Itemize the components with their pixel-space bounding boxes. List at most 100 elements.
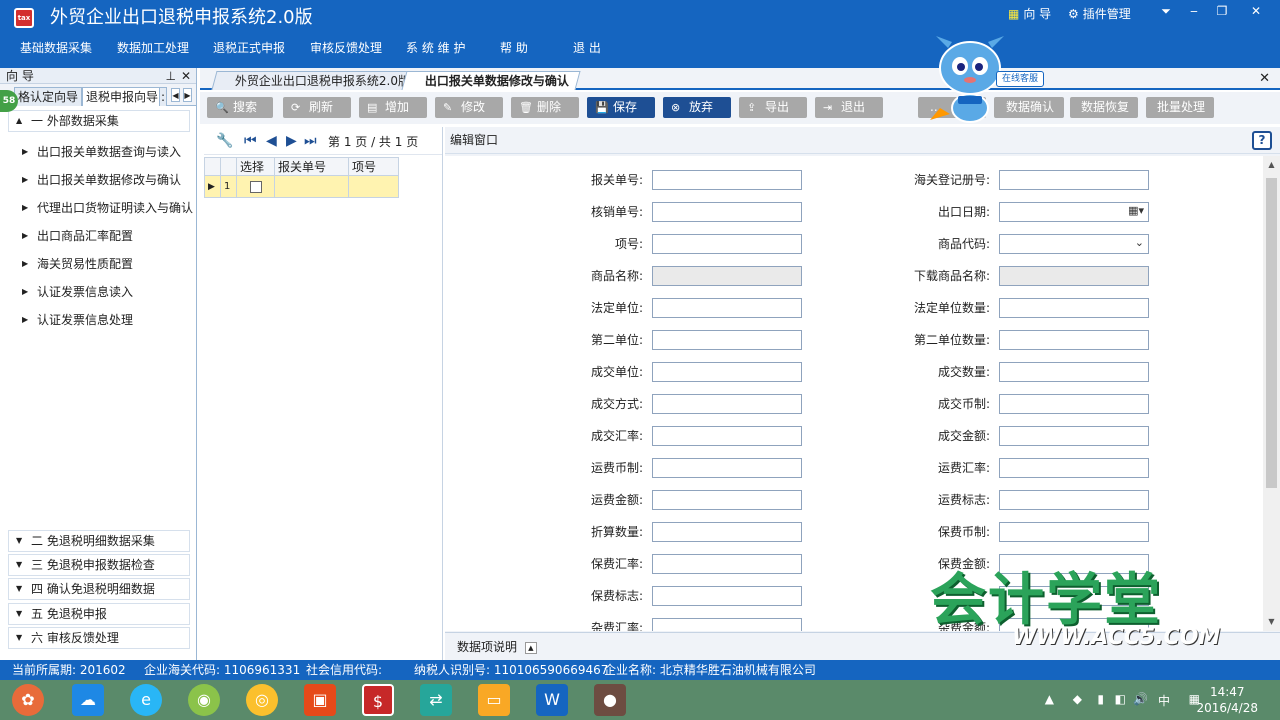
left-field-input[interactable] [652,586,802,606]
help-icon[interactable]: ? [1252,131,1272,150]
nav-item-trade-nature[interactable]: ▶ 海关贸易性质配置 [22,256,133,272]
discard-button[interactable]: ⊗ 放弃 [663,97,731,118]
word-icon[interactable]: W [536,684,568,716]
section-declaration[interactable]: ▼ 五 免退税申报 [8,603,190,625]
customer-service-mascot[interactable]: 在线客服 [930,28,1044,124]
item-no-cell[interactable] [348,175,399,198]
right-field-input[interactable]: ⌄ [999,234,1149,254]
next-page-icon[interactable]: ▶ [286,133,297,149]
plugin-manager-button[interactable]: ⚙ 插件管理 [1068,5,1131,22]
data-item-description-bar[interactable]: 数据项说明 ▲ [445,632,1280,660]
close-icon[interactable]: ✕ [181,68,191,84]
row-select-cell[interactable] [236,175,275,198]
pin-icon[interactable]: ⊥ [166,68,176,84]
menu-help[interactable]: 帮 助 [500,39,528,56]
cloud-icon[interactable]: ☁ [72,684,104,716]
column-header-item-no[interactable]: 项号 [348,157,399,176]
restore-button[interactable]: ❐ [1212,3,1232,19]
data-restore-button[interactable]: 数据恢复 [1070,97,1138,118]
left-field-input[interactable] [652,202,802,222]
tab-more[interactable]: : [159,87,168,106]
declaration-no-cell[interactable] [274,175,349,198]
left-field-input[interactable] [652,170,802,190]
right-field-input[interactable] [999,458,1149,478]
collapse-up-icon[interactable]: ▲ [524,641,537,654]
vertical-scrollbar[interactable]: ▲ ▼ [1263,156,1280,631]
online-service-label[interactable]: 在线客服 [996,71,1044,87]
right-field-input[interactable]: ▦▾ [999,202,1149,222]
left-field-input[interactable] [652,362,802,382]
nav-item-invoice-process[interactable]: ▶ 认证发票信息处理 [22,312,133,328]
network-app-icon[interactable]: ⇄ [420,684,452,716]
section-external-data[interactable]: ▲ 一 外部数据采集 [8,110,190,132]
left-field-input[interactable] [652,426,802,446]
left-field-input[interactable] [652,554,802,574]
export-button[interactable]: ⇪ 导出 [739,97,807,118]
left-field-input[interactable] [652,458,802,478]
modify-button[interactable]: ✎ 修改 [435,97,503,118]
left-field-input[interactable] [652,330,802,350]
clock[interactable]: 14:47 2016/4/28 [1196,684,1258,716]
tab-scroll-right-icon[interactable]: ▶ [183,88,192,102]
left-field-input[interactable] [652,394,802,414]
close-tab-icon[interactable]: ✕ [1259,71,1270,86]
right-field-input[interactable] [999,554,1149,574]
notification-badge[interactable]: 58 [0,90,18,112]
right-field-input[interactable] [999,394,1149,414]
start-icon[interactable]: ✿ [12,684,44,716]
close-button[interactable]: ✕ [1246,3,1266,19]
left-field-input[interactable] [652,298,802,318]
left-field-input[interactable] [652,490,802,510]
tax-app-icon[interactable]: $ [362,684,394,716]
menu-exit[interactable]: 退 出 [573,39,601,56]
nav-item-query-import[interactable]: ▶ 出口报关单数据查询与读入 [22,144,181,160]
network-icon[interactable]: ▮ [1097,692,1104,706]
section-detail-collection[interactable]: ▼ 二 免退税明细数据采集 [8,530,190,552]
nav-item-invoice-import[interactable]: ▶ 认证发票信息读入 [22,284,133,300]
minimize-button[interactable]: ‒ [1184,3,1204,19]
table-row[interactable]: ▶ 1 [204,175,399,198]
nav-item-agency-proof[interactable]: ▶ 代理出口货物证明读入与确认 [22,200,193,216]
select-checkbox[interactable] [249,181,262,193]
section-review-feedback[interactable]: ▼ 六 审核反馈处理 [8,627,190,649]
section-declaration-check[interactable]: ▼ 三 免退税申报数据检查 [8,554,190,576]
right-field-input[interactable] [999,490,1149,510]
column-header-select[interactable]: 选择 [236,157,275,176]
menu-basic-data[interactable]: 基础数据采集 [20,39,92,56]
right-field-input[interactable] [999,586,1149,606]
last-page-icon[interactable]: ⏭ [304,133,317,149]
right-field-input[interactable] [999,362,1149,382]
right-field-input[interactable] [999,298,1149,318]
recorder-icon[interactable]: ● [594,684,626,716]
volume-icon[interactable]: 🔊 [1133,692,1148,706]
tab-scroll-left-icon[interactable]: ◀ [171,88,180,102]
presentation-icon[interactable]: ▣ [304,684,336,716]
tab-qualification-guide[interactable]: 格认定向导 [14,87,83,106]
device-icon[interactable]: ◧ [1115,692,1126,706]
tray-app-icon[interactable]: ◆ [1073,692,1082,706]
delete-button[interactable]: 🗑 删除 [511,97,579,118]
menu-system[interactable]: 系 统 维 护 [406,39,465,56]
menu-data-processing[interactable]: 数据加工处理 [117,39,189,56]
right-field-input[interactable] [999,170,1149,190]
search-button[interactable]: 🔍 搜索 [207,97,273,118]
tab-home[interactable]: 外贸企业出口退税申报系统2.0版 [211,71,422,90]
prev-page-icon[interactable]: ◀ [266,133,277,149]
tab-declaration-modify[interactable]: 出口报关单数据修改与确认 [401,71,581,90]
menu-review-feedback[interactable]: 审核反馈处理 [310,39,382,56]
batch-process-button[interactable]: 批量处理 [1146,97,1214,118]
folder-icon[interactable]: ▭ [478,684,510,716]
wrench-icon[interactable]: 🔧 [216,133,233,149]
scroll-thumb[interactable] [1266,178,1277,488]
nav-item-exchange-rate[interactable]: ▶ 出口商品汇率配置 [22,228,133,244]
dropdown-icon[interactable]: ⏷ [1156,3,1176,19]
tray-expand-icon[interactable]: ▲ [1045,692,1054,706]
media-icon[interactable]: ◉ [188,684,220,716]
chevron-down-icon[interactable]: ⌄ [1135,236,1144,249]
scroll-down-icon[interactable]: ▼ [1263,613,1280,631]
refresh-button[interactable]: ⟳ 刷新 [283,97,351,118]
guide-button[interactable]: ▦ 向 导 [1008,5,1051,22]
nav-item-modify-confirm[interactable]: ▶ 出口报关单数据修改与确认 [22,172,181,188]
right-field-input[interactable] [999,426,1149,446]
scroll-up-icon[interactable]: ▲ [1263,156,1280,174]
